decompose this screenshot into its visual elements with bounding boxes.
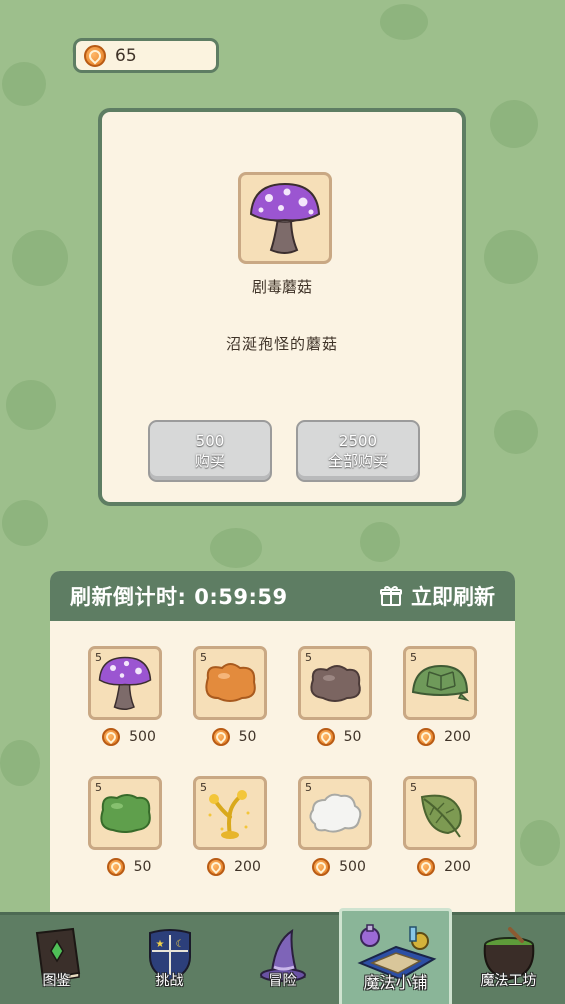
coin-icon — [417, 728, 436, 746]
nav-item-magic-shop[interactable]: 魔法小铺 — [339, 908, 452, 1004]
shop-item-slot[interactable]: 5 — [403, 646, 477, 720]
buy-one-price: 500 — [195, 432, 225, 450]
shop-item: 5 200 — [403, 646, 477, 746]
detail-item-slot — [238, 172, 332, 264]
currency-counter: 65 — [73, 38, 219, 73]
item-quantity: 5 — [305, 781, 312, 794]
coin-icon — [312, 858, 331, 876]
item-quantity: 5 — [95, 651, 102, 664]
item-price-value: 200 — [444, 729, 471, 745]
coin-icon — [417, 858, 436, 876]
coin-icon — [84, 44, 106, 67]
item-price: 200 — [199, 858, 269, 876]
buy-all-button[interactable]: 2500 全部购买 — [296, 420, 420, 482]
shop-item: 5 50 — [88, 776, 162, 876]
brown-mud-icon — [310, 665, 361, 702]
gift-icon — [380, 585, 402, 606]
buy-all-price: 2500 — [338, 432, 378, 450]
item-price: 50 — [304, 728, 374, 746]
svg-text:☾: ☾ — [175, 939, 184, 950]
item-price: 500 — [94, 728, 164, 746]
turtle-shell-icon — [411, 664, 470, 702]
nav-item-codex[interactable]: 图鉴 — [0, 915, 113, 1004]
item-price-value: 50 — [343, 729, 362, 745]
shop-item: 5 200 — [193, 776, 267, 876]
nav-label: 图鉴 — [42, 973, 71, 989]
white-cloud-icon — [309, 793, 362, 833]
shop-item: 5 50 — [193, 646, 267, 746]
purple-mushroom-icon — [98, 656, 152, 710]
shop-header: 刷新倒计时: 0:59:59 立即刷新 — [50, 571, 515, 621]
refresh-now-label: 立即刷新 — [411, 585, 495, 609]
item-price: 50 — [94, 858, 164, 876]
buy-all-label: 全部购买 — [327, 452, 388, 470]
refresh-countdown: 刷新倒计时: 0:59:59 — [70, 585, 288, 609]
green-leaf-icon — [420, 794, 462, 838]
purple-mushroom-icon — [249, 182, 321, 254]
shop-item-slot[interactable]: 5 — [298, 646, 372, 720]
shop-item-slot[interactable]: 5 — [403, 776, 477, 850]
item-detail-panel: 剧毒蘑菇 沼涎孢怪的蘑菇 500 购买 2500 全部购买 — [98, 108, 466, 506]
coin-icon — [102, 728, 121, 746]
item-price: 500 — [304, 858, 374, 876]
nav-label: 魔法小铺 — [363, 973, 428, 992]
refresh-now-button[interactable]: 立即刷新 — [379, 581, 495, 611]
item-quantity: 5 — [305, 651, 312, 664]
coin-icon — [207, 858, 226, 876]
item-quantity: 5 — [200, 781, 207, 794]
orange-slime-icon — [205, 663, 256, 702]
nav-item-magic-workshop[interactable]: 魔法工坊 — [452, 915, 565, 1004]
item-quantity: 5 — [95, 781, 102, 794]
currency-amount: 65 — [115, 45, 137, 66]
item-price-value: 200 — [234, 859, 261, 875]
shop-item: 5 500 — [88, 646, 162, 746]
golden-sprout-icon — [208, 790, 250, 839]
item-price-value: 200 — [444, 859, 471, 875]
bottom-navigation: 图鉴 ★ ☾ 挑战 冒险 魔法小铺 魔法工坊 — [0, 908, 565, 1004]
item-price-value: 50 — [238, 729, 257, 745]
shop-item: 5 500 — [298, 776, 372, 876]
item-quantity: 5 — [200, 651, 207, 664]
coin-icon — [106, 858, 125, 876]
shop-item-slot[interactable]: 5 — [193, 646, 267, 720]
shop-item: 5 200 — [403, 776, 477, 876]
green-slime-icon — [100, 794, 151, 833]
item-quantity: 5 — [410, 781, 417, 794]
item-price: 200 — [409, 728, 479, 746]
detail-item-description: 沼涎孢怪的蘑菇 — [225, 335, 338, 353]
nav-item-adventure[interactable]: 冒险 — [226, 915, 339, 1004]
item-price-value: 50 — [133, 859, 152, 875]
shop-item-slot[interactable]: 5 — [88, 646, 162, 720]
coin-icon — [316, 728, 335, 746]
nav-label: 魔法工坊 — [480, 973, 537, 989]
shop-item-slot[interactable]: 5 — [88, 776, 162, 850]
buy-one-label: 购买 — [194, 452, 225, 470]
coin-icon — [211, 728, 230, 746]
shop-panel: 刷新倒计时: 0:59:59 立即刷新 5 500 5 50 5 50 5 20… — [50, 571, 515, 916]
item-price-value: 500 — [129, 729, 156, 745]
nav-label: 冒险 — [268, 973, 297, 989]
shop-item: 5 50 — [298, 646, 372, 746]
svg-text:★: ★ — [155, 939, 164, 950]
shop-item-slot[interactable]: 5 — [298, 776, 372, 850]
buy-one-button[interactable]: 500 购买 — [148, 420, 272, 482]
detail-item-name: 剧毒蘑菇 — [251, 278, 312, 296]
item-price-value: 500 — [339, 859, 366, 875]
item-price: 200 — [409, 858, 479, 876]
nav-label: 挑战 — [155, 973, 184, 989]
shop-item-grid: 5 500 5 50 5 50 5 200 5 50 5 200 5 500 5… — [88, 646, 477, 876]
shop-item-slot[interactable]: 5 — [193, 776, 267, 850]
nav-item-challenge[interactable]: ★ ☾ 挑战 — [113, 915, 226, 1004]
item-price: 50 — [199, 728, 269, 746]
item-quantity: 5 — [410, 651, 417, 664]
